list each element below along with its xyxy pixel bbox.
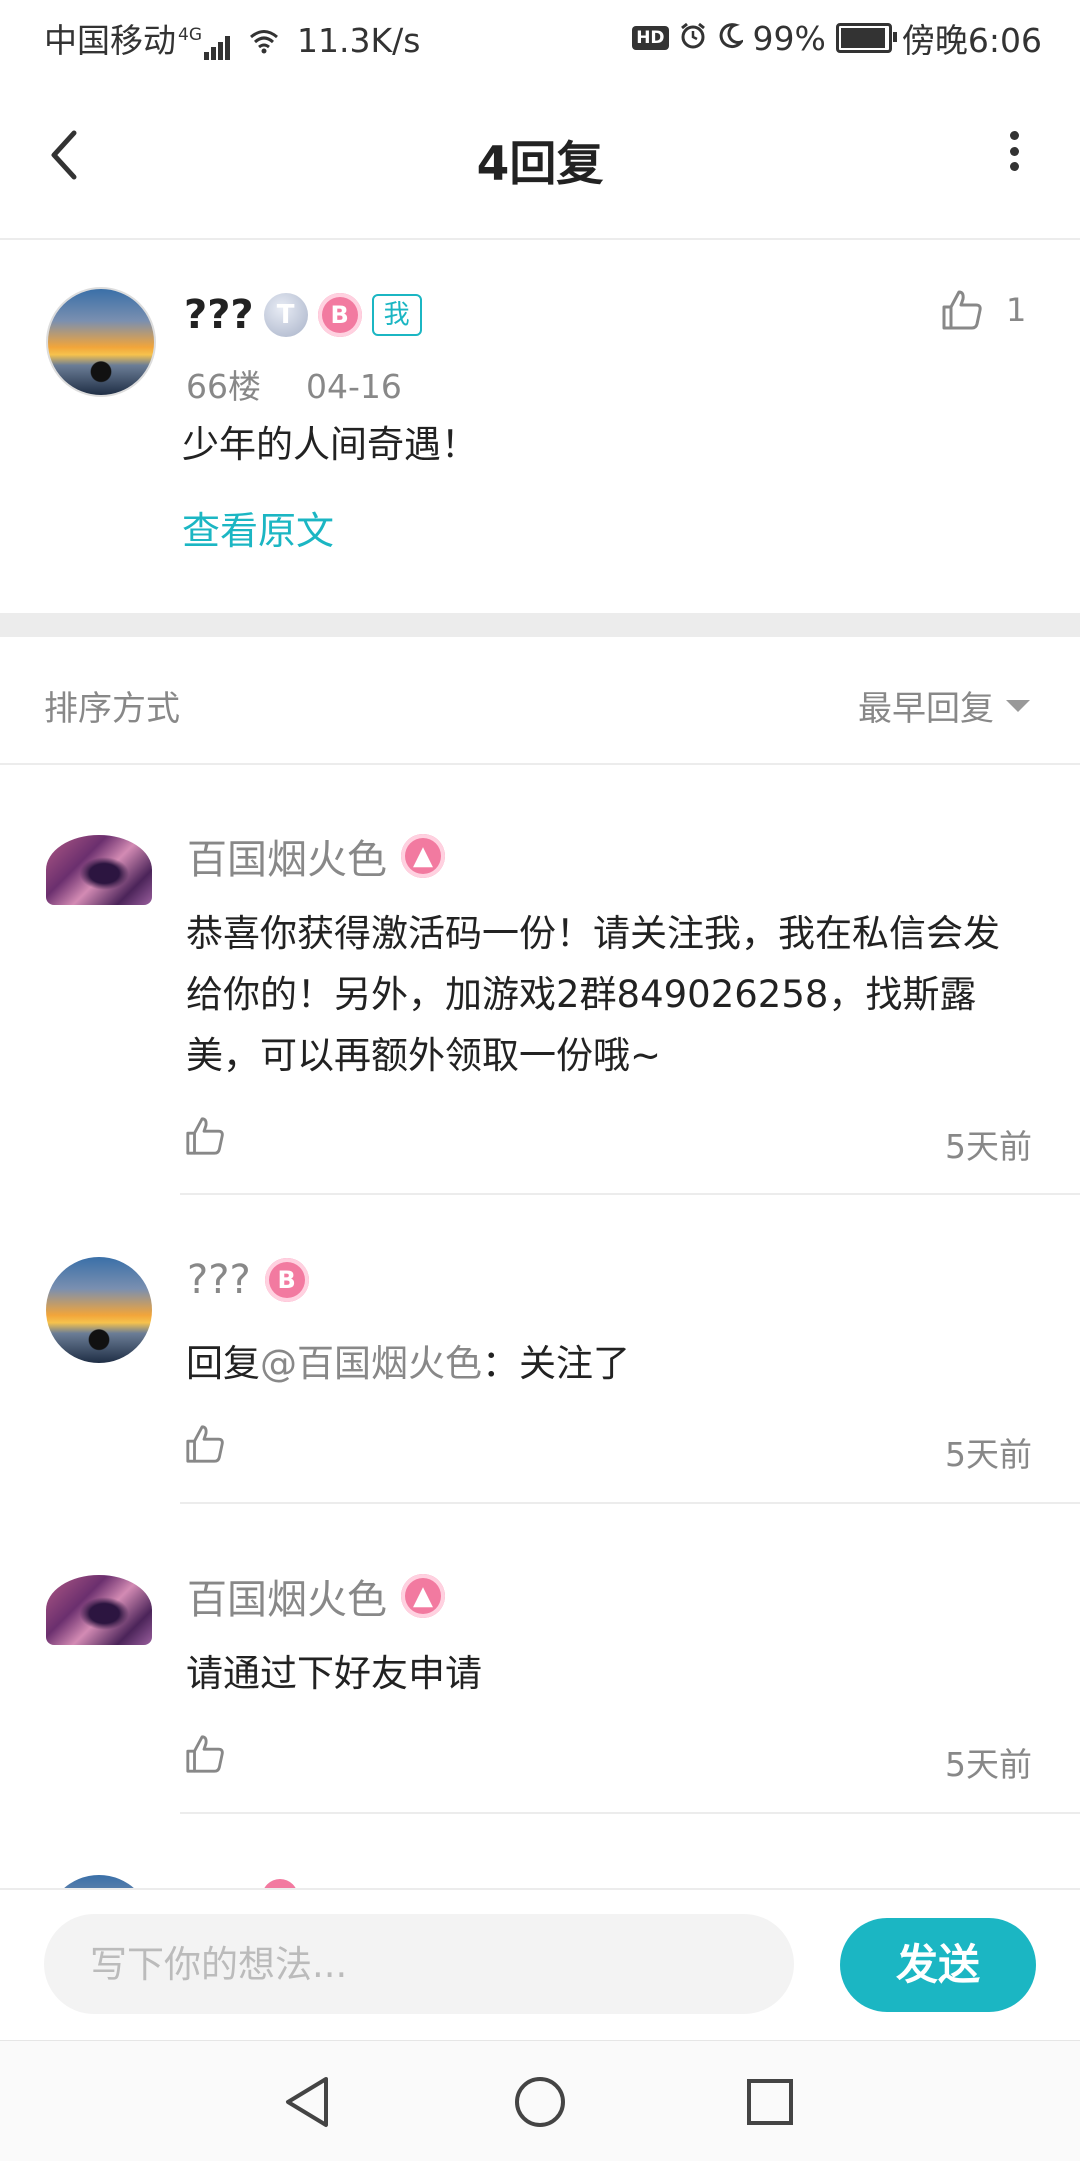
post-floor: 66楼: [186, 367, 261, 406]
reply-author-row: 百国烟火色 ▲: [187, 1567, 445, 1625]
view-original-link[interactable]: 查看原文: [182, 500, 334, 555]
nav-home-icon[interactable]: [513, 2075, 567, 2133]
post-content: 少年的人间奇遇！: [182, 423, 478, 466]
fire-badge-icon: ▲: [401, 834, 445, 878]
original-post: ??? T B 我 66楼 04-16 少年的人间奇遇！ 查看原文 1: [0, 240, 1080, 613]
section-divider: [0, 613, 1080, 637]
caret-down-icon: [1006, 699, 1030, 712]
mention-link[interactable]: @百国烟火色: [260, 1342, 482, 1385]
nav-back-icon[interactable]: [282, 2075, 332, 2133]
clock: 傍晚6:06: [901, 21, 1042, 60]
reply-username[interactable]: 百国烟火色: [187, 827, 387, 885]
reply-item: 百国烟火色 ▲ 恭喜你获得激活码一份！请关注我，我在私信会发给你的！另外，加游戏…: [0, 765, 1080, 1195]
reply-time: 5天前: [945, 1127, 1032, 1166]
me-tag: 我: [371, 294, 422, 336]
header-bar: 4回复: [0, 75, 1080, 240]
fire-badge-icon: ▲: [401, 1574, 445, 1618]
comment-input-bar: 发送: [0, 1888, 1080, 2042]
pink-badge-icon: B: [264, 1258, 309, 1302]
status-left: 中国移动 4G 11.3K/s: [44, 14, 420, 62]
alarm-icon: [679, 19, 707, 58]
reply-content: 恭喜你获得激活码一份！请关注我，我在私信会发给你的！另外，加游戏2群849026…: [186, 912, 1000, 1077]
reply-content: 请通过下好友申请: [186, 1652, 482, 1695]
pink-badge-icon: B: [317, 293, 362, 337]
post-username[interactable]: ???: [184, 292, 254, 338]
page-title: 4回复: [476, 137, 604, 192]
reply-prefix: 回复: [186, 1342, 260, 1385]
network-speed: 11.3K/s: [297, 21, 421, 60]
divider: [180, 1812, 1080, 1814]
reply-author-row: 百国烟火色 ▲: [187, 827, 445, 885]
hd-icon: HD: [632, 26, 669, 50]
thumbs-up-icon: [940, 288, 984, 332]
thumbs-up-icon[interactable]: [184, 1423, 226, 1465]
reply-text: ：关注了: [482, 1342, 630, 1385]
thumbs-up-icon[interactable]: [184, 1733, 226, 1775]
post-date: 04-16: [306, 367, 402, 406]
send-button[interactable]: 发送: [840, 1918, 1036, 2012]
status-bar: 中国移动 4G 11.3K/s HD 99% 傍晚6:06: [0, 0, 1080, 75]
wifi-icon: [249, 23, 279, 62]
avatar[interactable]: [46, 287, 156, 397]
nav-recents-icon[interactable]: [745, 2077, 795, 2131]
reply-item: 百国烟火色 ▲ 请通过下好友申请 5天前: [0, 1505, 1080, 1815]
sort-dropdown[interactable]: 最早回复: [858, 681, 1030, 730]
sort-value: 最早回复: [858, 689, 994, 729]
status-right: HD 99% 傍晚6:06: [632, 14, 1042, 62]
post-like-button[interactable]: 1: [940, 288, 1026, 332]
comment-input[interactable]: [44, 1914, 794, 2014]
avatar[interactable]: [46, 835, 152, 905]
battery-icon: [835, 23, 897, 53]
network-type: 4G: [178, 25, 202, 45]
pink-badge-icon: [262, 1879, 298, 1888]
sort-bar: 排序方式 最早回复: [0, 637, 1080, 765]
reply-time: 5天前: [945, 1745, 1032, 1784]
post-meta: 66楼 04-16: [186, 360, 402, 408]
carrier-label: 中国移动: [44, 21, 176, 60]
reply-author-row: ??? B: [187, 1257, 309, 1303]
system-nav-bar: [0, 2040, 1080, 2161]
more-vertical-icon[interactable]: [1008, 131, 1020, 171]
reply-content: 回复@百国烟火色：关注了: [186, 1333, 1036, 1394]
signal-icon: [204, 21, 232, 60]
post-author-row: ??? T B 我: [184, 292, 422, 338]
thumbs-up-icon[interactable]: [184, 1115, 226, 1157]
divider: [180, 1502, 1080, 1504]
post-like-count: 1: [1006, 291, 1027, 329]
level-badge-icon: T: [263, 293, 308, 337]
reply-time: 5天前: [945, 1435, 1032, 1474]
reply-username[interactable]: ???: [187, 1257, 251, 1303]
reply-item: ??? B 回复@百国烟火色：关注了 5天前: [0, 1195, 1080, 1505]
avatar[interactable]: [46, 1257, 152, 1363]
moon-icon: [717, 19, 745, 58]
reply-username[interactable]: 百国烟火色: [187, 1567, 387, 1625]
reply-item-partial: [0, 1815, 1080, 1888]
avatar[interactable]: [46, 1575, 152, 1645]
battery-percent: 99%: [752, 18, 826, 58]
avatar[interactable]: [46, 1875, 152, 1888]
sort-label: 排序方式: [44, 689, 180, 729]
